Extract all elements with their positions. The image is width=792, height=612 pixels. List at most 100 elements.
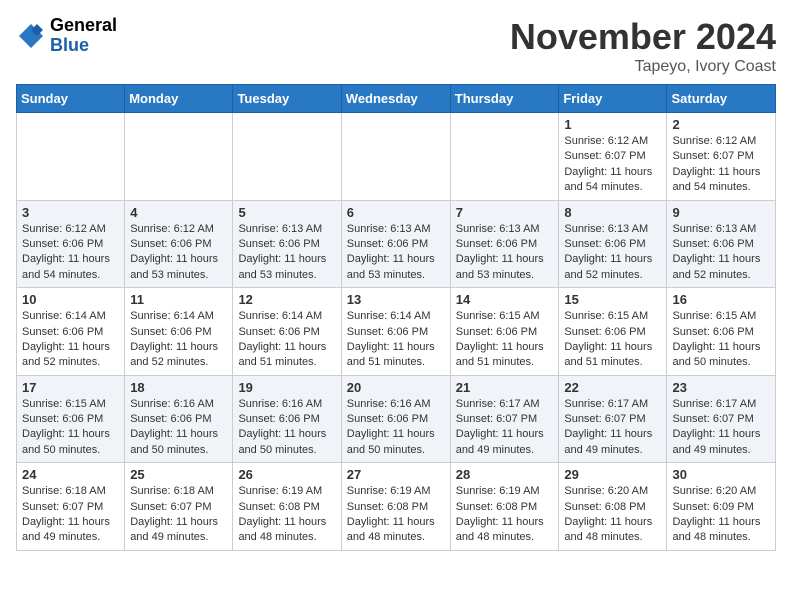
- day-number: 13: [347, 292, 445, 307]
- day-number: 11: [130, 292, 227, 307]
- calendar-cell: 9 Sunrise: 6:13 AM Sunset: 6:06 PM Daylig…: [667, 200, 776, 288]
- calendar-cell: 4 Sunrise: 6:12 AM Sunset: 6:06 PM Daylig…: [125, 200, 233, 288]
- day-info: Sunrise: 6:19 AM Sunset: 6:08 PM Dayligh…: [238, 484, 335, 546]
- calendar-cell: 15 Sunrise: 6:15 AM Sunset: 6:06 PM Dayli…: [559, 288, 667, 376]
- calendar-cell: 28Sunrise: 6:19 AM Sunset: 6:08 PM Dayli…: [450, 463, 559, 551]
- day-number: 14: [456, 292, 554, 307]
- calendar-cell: 22 Sunrise: 6:17 AM Sunset: 6:07 PM Dayli…: [559, 375, 667, 463]
- weekday-header-tuesday: Tuesday: [233, 85, 341, 113]
- day-number: 20: [347, 380, 445, 395]
- calendar-cell: 2Sunrise: 6:12 AM Sunset: 6:07 PM Daylig…: [667, 113, 776, 201]
- logo-icon: [16, 21, 46, 51]
- day-number: 17: [22, 380, 119, 395]
- day-number: 8: [564, 205, 661, 220]
- day-number: 15: [564, 292, 661, 307]
- title-block: November 2024 Tapeyo, Ivory Coast: [510, 16, 776, 76]
- calendar-cell: 20 Sunrise: 6:16 AM Sunset: 6:06 PM Dayli…: [341, 375, 450, 463]
- calendar-cell: 19 Sunrise: 6:16 AM Sunset: 6:06 PM Dayli…: [233, 375, 341, 463]
- day-number: 9: [672, 205, 770, 220]
- logo: General Blue: [16, 16, 117, 56]
- day-number: 30: [672, 467, 770, 482]
- day-info: Sunrise: 6:13 AM Sunset: 6:06 PM Dayligh…: [238, 222, 335, 284]
- day-number: 18: [130, 380, 227, 395]
- calendar-cell: [125, 113, 233, 201]
- day-number: 19: [238, 380, 335, 395]
- calendar-cell: 17 Sunrise: 6:15 AM Sunset: 6:06 PM Dayli…: [17, 375, 125, 463]
- day-info: Sunrise: 6:18 AM Sunset: 6:07 PM Dayligh…: [22, 484, 119, 546]
- day-info: Sunrise: 6:14 AM Sunset: 6:06 PM Dayligh…: [130, 309, 227, 371]
- weekday-header-wednesday: Wednesday: [341, 85, 450, 113]
- calendar-cell: 29 Sunrise: 6:20 AM Sunset: 6:08 PM Dayli…: [559, 463, 667, 551]
- calendar-cell: [17, 113, 125, 201]
- day-info: Sunrise: 6:13 AM Sunset: 6:06 PM Dayligh…: [347, 222, 445, 284]
- page-header: General Blue November 2024 Tapeyo, Ivory…: [16, 16, 776, 76]
- calendar-cell: 27Sunrise: 6:19 AM Sunset: 6:08 PM Dayli…: [341, 463, 450, 551]
- day-info: Sunrise: 6:17 AM Sunset: 6:07 PM Dayligh…: [672, 397, 770, 459]
- day-number: 10: [22, 292, 119, 307]
- day-info: Sunrise: 6:15 AM Sunset: 6:06 PM Dayligh…: [456, 309, 554, 371]
- calendar-cell: 14 Sunrise: 6:15 AM Sunset: 6:06 PM Dayli…: [450, 288, 559, 376]
- calendar-cell: 11 Sunrise: 6:14 AM Sunset: 6:06 PM Dayli…: [125, 288, 233, 376]
- day-info: Sunrise: 6:18 AM Sunset: 6:07 PM Dayligh…: [130, 484, 227, 546]
- week-row-4: 17 Sunrise: 6:15 AM Sunset: 6:06 PM Dayli…: [17, 375, 776, 463]
- calendar-table: SundayMondayTuesdayWednesdayThursdayFrid…: [16, 84, 776, 551]
- calendar-cell: 10 Sunrise: 6:14 AM Sunset: 6:06 PM Dayli…: [17, 288, 125, 376]
- weekday-header-friday: Friday: [559, 85, 667, 113]
- weekday-header-monday: Monday: [125, 85, 233, 113]
- day-info: Sunrise: 6:12 AM Sunset: 6:06 PM Dayligh…: [130, 222, 227, 284]
- day-info: Sunrise: 6:20 AM Sunset: 6:08 PM Dayligh…: [564, 484, 661, 546]
- weekday-header-thursday: Thursday: [450, 85, 559, 113]
- day-number: 5: [238, 205, 335, 220]
- day-number: 23: [672, 380, 770, 395]
- calendar-cell: 8 Sunrise: 6:13 AM Sunset: 6:06 PM Daylig…: [559, 200, 667, 288]
- day-info: Sunrise: 6:16 AM Sunset: 6:06 PM Dayligh…: [238, 397, 335, 459]
- day-info: Sunrise: 6:14 AM Sunset: 6:06 PM Dayligh…: [22, 309, 119, 371]
- day-number: 16: [672, 292, 770, 307]
- calendar-cell: 16 Sunrise: 6:15 AM Sunset: 6:06 PM Dayli…: [667, 288, 776, 376]
- logo-text: General Blue: [50, 16, 117, 56]
- day-info: Sunrise: 6:17 AM Sunset: 6:07 PM Dayligh…: [564, 397, 661, 459]
- day-info: Sunrise: 6:15 AM Sunset: 6:06 PM Dayligh…: [564, 309, 661, 371]
- calendar-cell: 25 Sunrise: 6:18 AM Sunset: 6:07 PM Dayli…: [125, 463, 233, 551]
- calendar-cell: 7Sunrise: 6:13 AM Sunset: 6:06 PM Daylig…: [450, 200, 559, 288]
- day-number: 4: [130, 205, 227, 220]
- day-info: Sunrise: 6:13 AM Sunset: 6:06 PM Dayligh…: [564, 222, 661, 284]
- day-info: Sunrise: 6:16 AM Sunset: 6:06 PM Dayligh…: [347, 397, 445, 459]
- day-info: Sunrise: 6:14 AM Sunset: 6:06 PM Dayligh…: [347, 309, 445, 371]
- calendar-cell: 30 Sunrise: 6:20 AM Sunset: 6:09 PM Dayli…: [667, 463, 776, 551]
- day-info: Sunrise: 6:12 AM Sunset: 6:07 PM Dayligh…: [564, 134, 661, 196]
- day-info: Sunrise: 6:17 AM Sunset: 6:07 PM Dayligh…: [456, 397, 554, 459]
- day-number: 25: [130, 467, 227, 482]
- day-number: 7: [456, 205, 554, 220]
- day-number: 24: [22, 467, 119, 482]
- day-info: Sunrise: 6:19 AM Sunset: 6:08 PM Dayligh…: [456, 484, 554, 546]
- calendar-cell: [450, 113, 559, 201]
- calendar-cell: 24 Sunrise: 6:18 AM Sunset: 6:07 PM Dayli…: [17, 463, 125, 551]
- calendar-cell: 6 Sunrise: 6:13 AM Sunset: 6:06 PM Daylig…: [341, 200, 450, 288]
- day-number: 29: [564, 467, 661, 482]
- calendar-cell: 13 Sunrise: 6:14 AM Sunset: 6:06 PM Dayli…: [341, 288, 450, 376]
- calendar-cell: 21 Sunrise: 6:17 AM Sunset: 6:07 PM Dayli…: [450, 375, 559, 463]
- day-info: Sunrise: 6:16 AM Sunset: 6:06 PM Dayligh…: [130, 397, 227, 459]
- weekday-header-saturday: Saturday: [667, 85, 776, 113]
- weekday-header-row: SundayMondayTuesdayWednesdayThursdayFrid…: [17, 85, 776, 113]
- day-info: Sunrise: 6:19 AM Sunset: 6:08 PM Dayligh…: [347, 484, 445, 546]
- day-number: 26: [238, 467, 335, 482]
- day-info: Sunrise: 6:14 AM Sunset: 6:06 PM Dayligh…: [238, 309, 335, 371]
- day-number: 21: [456, 380, 554, 395]
- day-info: Sunrise: 6:15 AM Sunset: 6:06 PM Dayligh…: [22, 397, 119, 459]
- calendar-cell: 18 Sunrise: 6:16 AM Sunset: 6:06 PM Dayli…: [125, 375, 233, 463]
- day-number: 12: [238, 292, 335, 307]
- week-row-5: 24 Sunrise: 6:18 AM Sunset: 6:07 PM Dayli…: [17, 463, 776, 551]
- day-number: 6: [347, 205, 445, 220]
- calendar-cell: 3Sunrise: 6:12 AM Sunset: 6:06 PM Daylig…: [17, 200, 125, 288]
- day-info: Sunrise: 6:20 AM Sunset: 6:09 PM Dayligh…: [672, 484, 770, 546]
- calendar-cell: 26 Sunrise: 6:19 AM Sunset: 6:08 PM Dayli…: [233, 463, 341, 551]
- week-row-1: 1Sunrise: 6:12 AM Sunset: 6:07 PM Daylig…: [17, 113, 776, 201]
- week-row-3: 10 Sunrise: 6:14 AM Sunset: 6:06 PM Dayli…: [17, 288, 776, 376]
- day-info: Sunrise: 6:15 AM Sunset: 6:06 PM Dayligh…: [672, 309, 770, 371]
- day-number: 2: [672, 117, 770, 132]
- calendar-cell: [341, 113, 450, 201]
- day-number: 22: [564, 380, 661, 395]
- day-info: Sunrise: 6:13 AM Sunset: 6:06 PM Dayligh…: [672, 222, 770, 284]
